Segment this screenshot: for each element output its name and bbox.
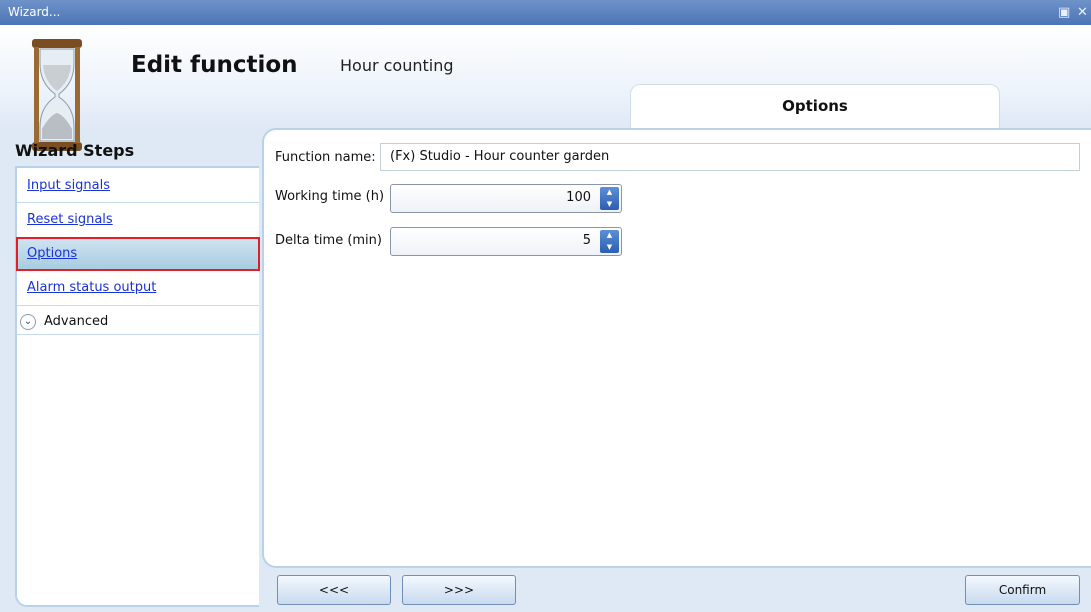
stepper-buttons[interactable]: ▲ ▼ [600, 187, 619, 210]
divider [17, 305, 259, 306]
working-time-value: 100 [566, 190, 591, 205]
title-bar: Wizard... ▣ ✕ [0, 0, 1091, 25]
restore-icon[interactable]: ▣ [1058, 0, 1070, 25]
page-subtitle: Hour counting [340, 56, 454, 75]
window-title: Wizard... [8, 5, 61, 19]
working-time-stepper[interactable]: 100 ▲ ▼ [390, 184, 622, 213]
wizard-window: Wizard... ▣ ✕ Edit function Hour countin… [0, 0, 1091, 612]
sidebar: Input signals Reset signals Options Alar… [15, 166, 260, 607]
working-time-label: Working time (h) [275, 189, 385, 204]
chevron-down-icon[interactable]: ▼ [600, 199, 619, 210]
sidebar-item-options[interactable]: Options [16, 237, 260, 271]
delta-time-value: 5 [582, 233, 591, 248]
options-panel [262, 128, 1091, 568]
delta-time-label: Delta time (min) [275, 233, 382, 248]
delta-time-stepper[interactable]: 5 ▲ ▼ [390, 227, 622, 256]
sidebar-item-reset-signals[interactable]: Reset signals [27, 212, 113, 227]
header: Edit function Hour counting Options [0, 25, 1091, 153]
chevron-down-icon[interactable]: ▼ [600, 242, 619, 253]
advanced-label: Advanced [44, 314, 109, 329]
chevron-down-icon: ⌄ [20, 314, 36, 330]
wizard-steps-heading: Wizard Steps [15, 141, 135, 160]
sidebar-item-input-signals[interactable]: Input signals [27, 178, 110, 193]
function-name-field[interactable]: (Fx) Studio - Hour counter garden [380, 143, 1080, 171]
function-name-label: Function name: [275, 150, 376, 165]
divider [17, 334, 259, 335]
chevron-up-icon[interactable]: ▲ [600, 230, 619, 241]
chevron-up-icon[interactable]: ▲ [600, 187, 619, 198]
stepper-buttons[interactable]: ▲ ▼ [600, 230, 619, 253]
hourglass-icon [32, 39, 82, 151]
tab-options-label: Options [782, 97, 848, 115]
sidebar-item-alarm-status-output[interactable]: Alarm status output [27, 280, 156, 295]
previous-button[interactable]: <<< [277, 575, 391, 605]
confirm-button[interactable]: Confirm [965, 575, 1080, 605]
next-button[interactable]: >>> [402, 575, 516, 605]
divider [17, 202, 259, 203]
sidebar-item-options-label: Options [27, 246, 78, 261]
close-icon[interactable]: ✕ [1077, 0, 1088, 25]
page-title: Edit function [131, 52, 298, 78]
